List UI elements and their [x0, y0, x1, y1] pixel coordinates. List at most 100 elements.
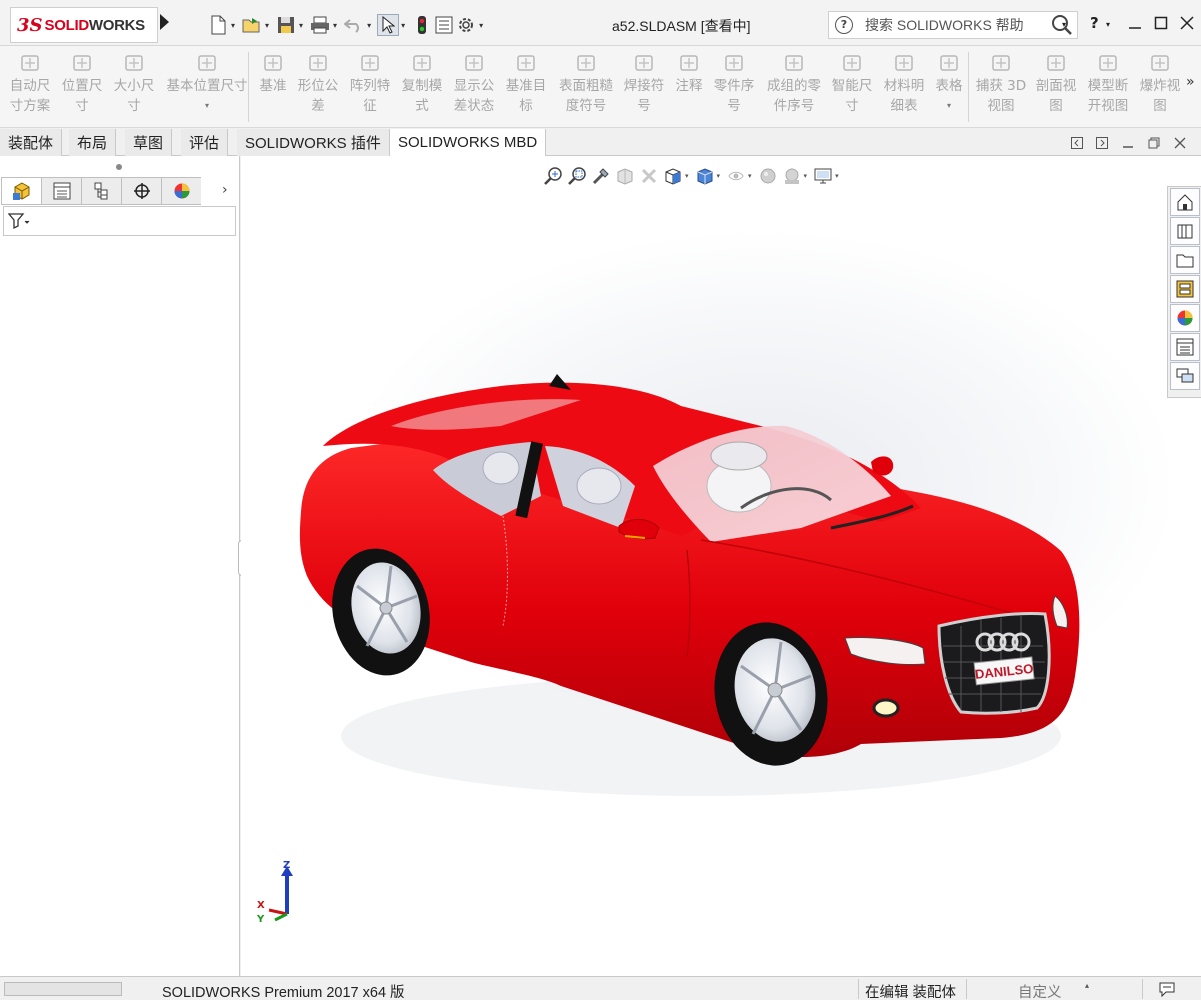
ribbon-button-table[interactable]: 表格 ▾: [934, 52, 964, 116]
ribbon-button-auto-dimension[interactable]: 自动尺 寸方案: [8, 52, 52, 116]
ribbon-button-copy-scheme[interactable]: 复制模 式: [400, 52, 444, 116]
propertymanager-icon[interactable]: [41, 177, 81, 205]
status-divider: [858, 979, 859, 999]
ribbon-button-basic-location-dimension[interactable]: 基本位置尺寸 ▾: [164, 52, 250, 116]
ribbon-button-geometric-tolerance[interactable]: 形位公 差: [296, 52, 340, 116]
ribbon-button-note[interactable]: 注释: [674, 52, 704, 96]
viewport-next-icon[interactable]: [1094, 135, 1110, 151]
ribbon-button-location-dimension[interactable]: 位置尺 寸: [60, 52, 104, 116]
maximize-icon[interactable]: [1150, 12, 1172, 34]
view-palette-icon[interactable]: [1170, 275, 1200, 303]
ribbon-button-label: 基本位置尺寸: [166, 78, 248, 94]
ribbon-button-datum[interactable]: 基准: [258, 52, 288, 96]
minimize-icon[interactable]: [1124, 12, 1146, 34]
viewport-prev-icon[interactable]: [1069, 135, 1085, 151]
pattern-feature-icon: [359, 52, 381, 74]
help-search-box[interactable]: ? 搜索 SOLIDWORKS 帮助: [828, 11, 1078, 39]
solidworks-logo[interactable]: 3S SOLIDWORKS: [10, 7, 158, 43]
ribbon-button-section-view[interactable]: 剖面视 图: [1034, 52, 1078, 116]
ribbon-button-pattern-feature[interactable]: 阵列特 征: [348, 52, 392, 116]
bom-icon: [893, 52, 915, 74]
unit-system-dropdown-icon[interactable]: ▴: [1085, 981, 1089, 990]
feature-filter[interactable]: [3, 206, 236, 236]
close-icon[interactable]: [1176, 12, 1198, 34]
ribbon-button-balloon[interactable]: 零件序 号: [712, 52, 756, 116]
save-dropdown-icon[interactable]: ▾: [299, 21, 303, 30]
status-bar: SOLIDWORKS Premium 2017 x64 版 在编辑 装配体 自定…: [0, 976, 1201, 1000]
unit-system-selector[interactable]: 自定义: [1018, 981, 1062, 1000]
ribbon-button-stacked-balloon[interactable]: 成组的零 件序号: [764, 52, 824, 116]
ribbon-button-size-dimension[interactable]: 大小尺 寸: [112, 52, 156, 116]
viewport-restore-icon[interactable]: [1146, 135, 1162, 151]
new-document-icon[interactable]: [207, 14, 229, 36]
ribbon-separator: [968, 52, 969, 122]
solidworks-resources-icon[interactable]: [1170, 188, 1200, 216]
ribbon-button-weld-symbol[interactable]: 焊接符 号: [622, 52, 666, 116]
forum-icon[interactable]: [1170, 362, 1200, 390]
manager-tabs: [1, 177, 201, 205]
design-library-icon[interactable]: [1170, 217, 1200, 245]
open-icon[interactable]: [241, 14, 263, 36]
ribbon-button-exploded-view[interactable]: 爆炸视 图: [1138, 52, 1182, 116]
tab-assembly[interactable]: 装配体: [0, 129, 63, 156]
file-explorer-icon[interactable]: [1170, 246, 1200, 274]
ribbon-dropdown-icon[interactable]: ▾: [164, 96, 250, 116]
ribbon-button-label: 智能尺 寸: [831, 78, 873, 114]
help-button[interactable]: ?: [1090, 14, 1099, 32]
svg-text:X: X: [257, 900, 265, 911]
tab-sketch[interactable]: 草图: [125, 129, 173, 156]
rebuild-traffic-light-icon[interactable]: [411, 14, 433, 36]
featuremanager-icon[interactable]: [1, 177, 41, 205]
tab-evaluate[interactable]: 评估: [181, 129, 229, 156]
menu-flyout-arrow-icon[interactable]: [160, 14, 169, 30]
select-pointer-icon[interactable]: [377, 14, 400, 36]
ribbon-button-model-break-view[interactable]: 模型断 开视图: [1086, 52, 1130, 116]
ribbon-button-label: 自动尺 寸方案: [9, 78, 51, 114]
print-icon[interactable]: [309, 14, 331, 36]
file-properties-icon[interactable]: [433, 14, 455, 36]
status-progress-area: [4, 982, 122, 996]
ribbon-button-label: 形位公 差: [297, 78, 339, 114]
title-bar: 3S SOLIDWORKS ▾ ▾ ▾ ▾ ▾ ▾ ▾ a52.SLDASM […: [0, 0, 1201, 46]
ribbon-dropdown-icon[interactable]: ▾: [934, 96, 964, 116]
ribbon-button-smart-dimension[interactable]: 智能尺 寸: [830, 52, 874, 116]
tab-solidworks-addins[interactable]: SOLIDWORKS 插件: [237, 129, 390, 156]
ribbon-button-surface-finish[interactable]: 表面粗糙 度符号: [556, 52, 616, 116]
open-dropdown-icon[interactable]: ▾: [265, 21, 269, 30]
custom-properties-icon[interactable]: [1170, 333, 1200, 361]
ribbon-more-icon[interactable]: »: [1186, 74, 1195, 90]
ribbon-button-label: 基准: [259, 78, 287, 94]
dimxpertmanager-icon[interactable]: [121, 177, 161, 205]
quick-tips-icon[interactable]: [1158, 980, 1176, 998]
search-dropdown-icon[interactable]: ▾: [1062, 20, 1066, 29]
options-gear-icon[interactable]: [455, 14, 477, 36]
ribbon-button-show-tolerance-status[interactable]: 显示公 差状态: [452, 52, 496, 116]
save-icon[interactable]: [275, 14, 297, 36]
print-dropdown-icon[interactable]: ▾: [333, 21, 337, 30]
select-dropdown-icon[interactable]: ▾: [401, 21, 405, 30]
ribbon-button-capture-3d-view[interactable]: 捕获 3D 视图: [974, 52, 1028, 116]
displaymanager-icon[interactable]: [161, 177, 201, 205]
geometric-tolerance-icon: [307, 52, 329, 74]
new-dropdown-icon[interactable]: ▾: [231, 21, 235, 30]
tab-solidworks-mbd[interactable]: SOLIDWORKS MBD: [390, 129, 547, 157]
filter-icon[interactable]: [8, 212, 30, 230]
appearances-scenes-icon[interactable]: [1170, 304, 1200, 332]
undo-icon[interactable]: [343, 14, 365, 36]
copy-scheme-icon: [411, 52, 433, 74]
ribbon-button-datum-target[interactable]: 基准目 标: [504, 52, 548, 116]
help-dropdown-icon[interactable]: ▾: [1106, 20, 1110, 29]
search-input[interactable]: 搜索 SOLIDWORKS 帮助: [865, 15, 1047, 35]
configurationmanager-icon[interactable]: [81, 177, 121, 205]
ribbon-button-bom[interactable]: 材料明 细表: [882, 52, 926, 116]
undo-dropdown-icon[interactable]: ▾: [367, 21, 371, 30]
viewport-minimize-icon[interactable]: [1120, 135, 1136, 151]
graphics-area[interactable]: ▾ ▾ ▾ ▾ ▾ DANILSO Z X Y: [241, 156, 1201, 976]
viewport-close-icon[interactable]: [1172, 135, 1188, 151]
car-assembly-model[interactable]: DANILSO: [241, 156, 1201, 976]
tab-layout[interactable]: 布局: [69, 129, 117, 156]
manager-tabs-next-icon[interactable]: ›: [222, 182, 228, 198]
panel-grip[interactable]: [116, 164, 122, 170]
options-dropdown-icon[interactable]: ▾: [479, 21, 483, 30]
command-manager-tabs: 装配体 布局 草图 评估 SOLIDWORKS 插件 SOLIDWORKS MB…: [0, 129, 1201, 157]
